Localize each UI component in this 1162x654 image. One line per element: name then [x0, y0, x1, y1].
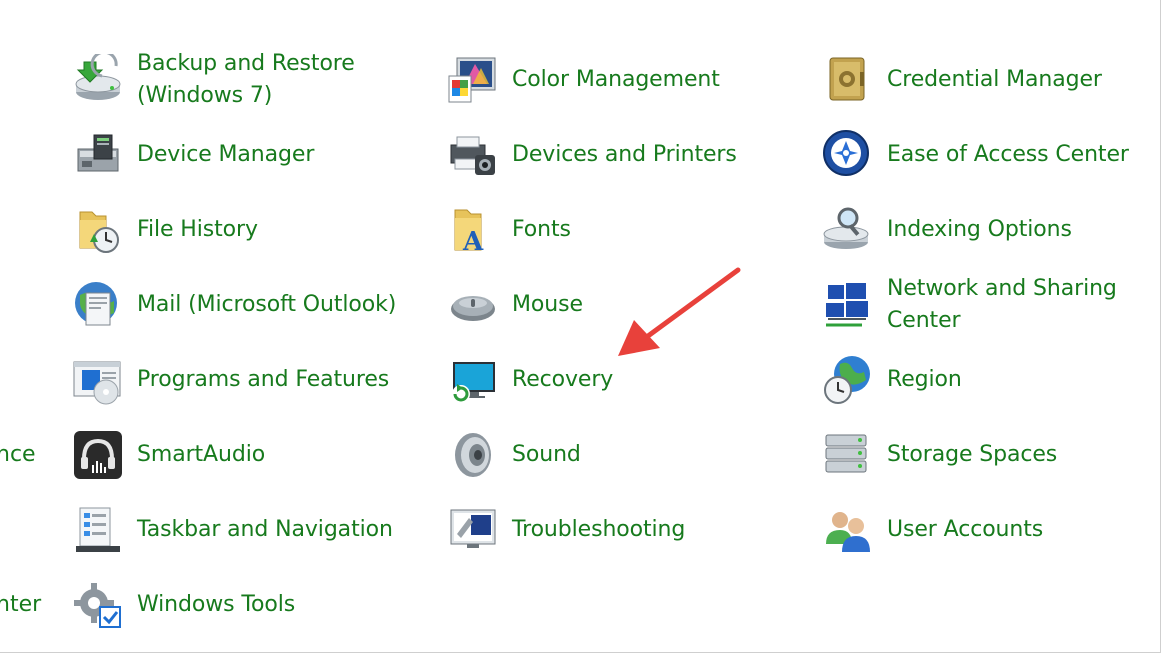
cp-item-label: Mouse — [512, 292, 583, 317]
cp-item-label: Backup and Restore (Windows 7) — [137, 51, 355, 108]
cp-item-devices-printers[interactable]: Devices and Printers — [447, 129, 737, 181]
cp-item-programs-features[interactable]: Programs and Features — [72, 354, 389, 406]
taskbar-navigation-icon — [72, 504, 124, 556]
cp-item-label: Credential Manager — [887, 67, 1102, 92]
fonts-icon: A — [447, 204, 499, 256]
ease-of-access-icon — [822, 129, 874, 181]
cp-item-mouse[interactable]: Mouse — [447, 279, 583, 331]
svg-text:A: A — [462, 227, 484, 256]
cp-item-label: SmartAudio — [137, 442, 266, 467]
cp-item-label: Indexing Options — [887, 217, 1072, 242]
region-icon — [822, 354, 874, 406]
cp-item-windows-tools[interactable]: Windows Tools — [72, 579, 295, 631]
cp-item-label: Fonts — [512, 217, 571, 242]
cp-item-region[interactable]: Region — [822, 354, 962, 406]
troubleshooting-icon — [447, 504, 499, 556]
clipped-item-label[interactable]: nce — [0, 439, 36, 471]
cp-item-label: Device Manager — [137, 142, 315, 167]
cp-item-backup-restore[interactable]: Backup and Restore (Windows 7) — [72, 48, 402, 112]
cp-item-label: Programs and Features — [137, 367, 390, 392]
cp-item-label: Sound — [512, 442, 581, 467]
cp-item-troubleshooting[interactable]: Troubleshooting — [447, 504, 685, 556]
cp-item-color-management[interactable]: Color Management — [447, 54, 720, 106]
indexing-options-icon — [822, 204, 874, 256]
cp-item-label: User Accounts — [887, 517, 1044, 542]
cp-item-label: Recovery — [512, 367, 614, 392]
storage-spaces-icon — [822, 429, 874, 481]
programs-features-icon — [72, 354, 124, 406]
mail-icon — [72, 279, 124, 331]
cp-item-file-history[interactable]: File History — [72, 204, 258, 256]
windows-tools-icon — [72, 579, 124, 631]
sound-icon — [447, 429, 499, 481]
cp-item-label: Network and Sharing Center — [887, 276, 1117, 333]
recovery-icon — [447, 354, 499, 406]
cp-item-credential-manager[interactable]: Credential Manager — [822, 54, 1102, 106]
color-management-icon — [447, 54, 499, 106]
cp-item-mail[interactable]: Mail (Microsoft Outlook) — [72, 279, 396, 331]
cp-item-label: Storage Spaces — [887, 442, 1058, 467]
cp-item-taskbar-navigation[interactable]: Taskbar and Navigation — [72, 504, 393, 556]
cp-item-label: Windows Tools — [137, 592, 296, 617]
devices-printers-icon — [447, 129, 499, 181]
cp-item-fonts[interactable]: A Fonts — [447, 204, 571, 256]
cp-item-device-manager[interactable]: Device Manager — [72, 129, 314, 181]
network-sharing-icon — [822, 279, 874, 331]
smartaudio-icon — [72, 429, 124, 481]
backup-restore-icon — [72, 54, 124, 106]
cp-item-label: Troubleshooting — [512, 517, 686, 542]
cp-item-user-accounts[interactable]: User Accounts — [822, 504, 1043, 556]
clipped-item-label[interactable]: nter — [0, 589, 41, 621]
mouse-icon — [447, 279, 499, 331]
cp-item-label: Taskbar and Navigation — [137, 517, 393, 542]
cp-item-label: Ease of Access Center — [887, 142, 1129, 167]
cp-item-label: Mail (Microsoft Outlook) — [137, 292, 397, 317]
device-manager-icon — [72, 129, 124, 181]
cp-item-sound[interactable]: Sound — [447, 429, 581, 481]
cp-item-network-sharing[interactable]: Network and Sharing Center — [822, 273, 1152, 337]
cp-item-label: Color Management — [512, 67, 720, 92]
cp-item-recovery[interactable]: Recovery — [447, 354, 613, 406]
cp-item-storage-spaces[interactable]: Storage Spaces — [822, 429, 1057, 481]
cp-item-smartaudio[interactable]: SmartAudio — [72, 429, 265, 481]
cp-item-ease-of-access[interactable]: Ease of Access Center — [822, 129, 1129, 181]
cp-item-indexing-options[interactable]: Indexing Options — [822, 204, 1072, 256]
file-history-icon — [72, 204, 124, 256]
cp-item-label: File History — [137, 217, 258, 242]
cp-item-label: Devices and Printers — [512, 142, 737, 167]
cp-item-label: Region — [887, 367, 962, 392]
user-accounts-icon — [822, 504, 874, 556]
credential-manager-icon — [822, 54, 874, 106]
